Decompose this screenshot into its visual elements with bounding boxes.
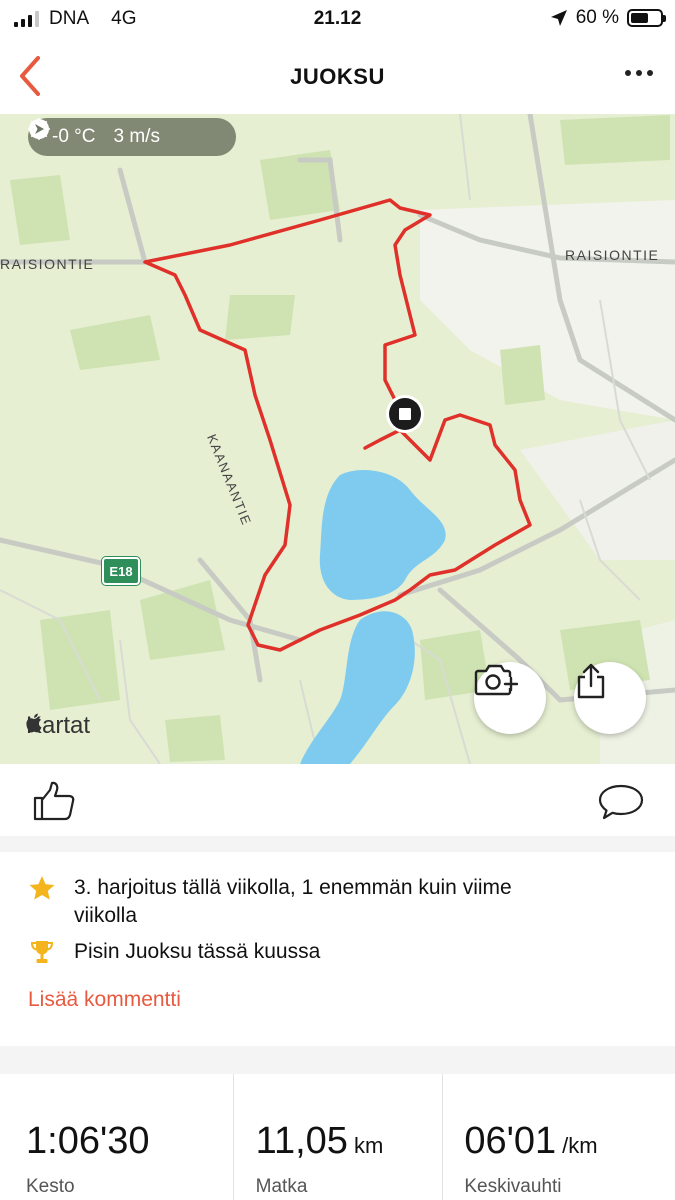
achievement-text: 3. harjoitus tällä viikolla, 1 enemmän k… xyxy=(74,876,512,927)
stat-unit: km xyxy=(353,1133,384,1158)
add-comment-link[interactable]: Lisää kommentti xyxy=(28,988,181,1012)
stat-distance: 11,05 km Matka xyxy=(232,1074,443,1200)
achievement-item: Pisin Juoksu tässä kuussa xyxy=(28,938,320,966)
add-photo-button[interactable] xyxy=(474,662,546,734)
trophy-icon xyxy=(28,938,56,966)
stat-pace: 06'01/km Keskivauhti xyxy=(442,1074,675,1200)
stat-value: 11,05 km xyxy=(255,1120,384,1162)
stats-row: 1:06'30 Kesto 11,05 km Matka 06'01/km Kes… xyxy=(0,1074,675,1200)
action-row xyxy=(0,764,675,836)
section-divider xyxy=(0,836,675,852)
achievement-text: Pisin Juoksu tässä kuussa xyxy=(74,940,321,963)
apple-logo-icon xyxy=(26,713,42,733)
battery-percent: 60 % xyxy=(575,7,619,28)
stat-value: 1:06'30 xyxy=(26,1120,150,1162)
stat-label: Matka xyxy=(255,1176,308,1197)
road-label-raisiontie-right: RAISIONTIE xyxy=(565,247,660,263)
page-title: JUOKSU xyxy=(290,64,385,89)
stat-unit: /km xyxy=(562,1133,598,1158)
stat-label: Kesto xyxy=(26,1176,75,1197)
battery-fill xyxy=(631,13,648,23)
road-label-raisiontie-left: RAISIONTIE xyxy=(0,256,95,272)
battery-icon xyxy=(627,9,666,27)
route-map[interactable]: -0 °C 3 m/s RAISIONTIE RAISIONTIE KAANAA… xyxy=(0,114,675,764)
section-divider xyxy=(0,1046,675,1074)
road-shield-e18: E18 xyxy=(101,556,141,586)
achievements-card: 3. harjoitus tällä viikolla, 1 enemmän k… xyxy=(0,852,675,1046)
location-arrow-icon xyxy=(550,10,567,26)
star-icon xyxy=(28,874,56,902)
map-attribution: Kartat xyxy=(26,712,90,740)
stat-value: 06'01/km xyxy=(464,1120,598,1162)
stat-duration: 1:06'30 Kesto xyxy=(0,1074,233,1200)
weather-badge: -0 °C 3 m/s xyxy=(28,118,236,156)
like-button[interactable] xyxy=(32,780,76,827)
more-horizontal-icon xyxy=(625,70,631,76)
wind-direction-icon xyxy=(29,119,49,139)
share-button[interactable] xyxy=(574,662,646,734)
share-icon xyxy=(577,663,605,699)
comment-button[interactable] xyxy=(597,782,645,827)
achievement-item: 3. harjoitus tällä viikolla, 1 enemmän k… xyxy=(28,874,554,930)
camera-plus-icon xyxy=(474,664,518,696)
wind-speed: 3 m/s xyxy=(113,126,160,147)
status-bar: DNA 4G 21.12 60 % xyxy=(0,0,675,38)
temperature: -0 °C xyxy=(52,126,96,147)
comment-icon xyxy=(598,784,644,820)
stat-label: Keskivauhti xyxy=(464,1176,562,1197)
nav-bar: JUOKSU xyxy=(0,40,675,112)
more-button[interactable] xyxy=(625,70,653,76)
thumbs-up-icon xyxy=(33,781,75,821)
status-right: 60 % xyxy=(550,7,666,29)
